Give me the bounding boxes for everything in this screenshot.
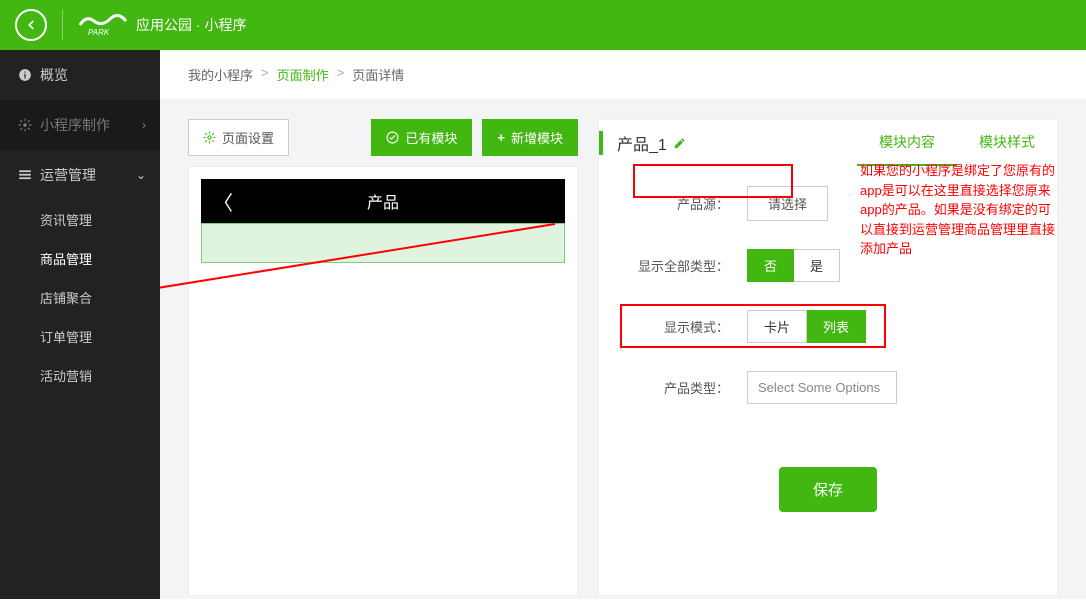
- save-row: 保存: [629, 467, 1027, 512]
- chevron-down-icon: ⌄: [136, 168, 146, 182]
- sidebar-item-orders[interactable]: 订单管理: [0, 317, 160, 356]
- toggle-list[interactable]: 列表: [807, 310, 866, 343]
- phone-title: 产品: [201, 189, 565, 213]
- mode-label: 显示模式：: [629, 317, 729, 336]
- brand-logo: PARK 应用公园 · 小程序: [78, 13, 246, 37]
- config-title-text: 产品_1: [617, 131, 667, 155]
- list-icon: [18, 168, 32, 182]
- row-type: 产品类型： Select Some Options: [629, 371, 1027, 404]
- sidebar-overview-label: 概览: [40, 65, 68, 85]
- page-setting-button[interactable]: 页面设置: [188, 119, 289, 156]
- sidebar-ops[interactable]: 运营管理 ⌄: [0, 150, 160, 200]
- sidebar: 概览 小程序制作 › 运营管理 ⌄ 资讯管理 商品管理 店铺聚合 订单管理 活动…: [0, 50, 160, 599]
- toggle-no[interactable]: 否: [747, 249, 794, 282]
- add-module-label: 新增模块: [511, 128, 563, 147]
- top-bar: PARK 应用公园 · 小程序: [0, 0, 1086, 50]
- phone-titlebar: 〈 产品: [201, 179, 565, 223]
- crumb-link[interactable]: 页面制作: [277, 65, 329, 84]
- preview-frame: 〈 产品: [188, 166, 578, 596]
- check-circle-icon: [386, 131, 399, 144]
- phone-module-block[interactable]: [201, 223, 565, 263]
- phone-back-icon[interactable]: 〈: [213, 187, 233, 216]
- sidebar-make[interactable]: 小程序制作 ›: [0, 100, 160, 150]
- brand-text: 应用公园 · 小程序: [136, 15, 246, 35]
- back-arrow-icon: [24, 18, 38, 32]
- topbar-divider: [62, 10, 63, 40]
- crumb-sep: >: [337, 65, 345, 84]
- has-module-label: 已有模块: [405, 128, 457, 147]
- svg-text:PARK: PARK: [88, 28, 110, 37]
- crumb-sep: >: [261, 65, 269, 84]
- source-label: 产品源：: [629, 194, 729, 213]
- config-tabs: 模块内容 模块样式: [857, 120, 1057, 166]
- sidebar-item-products[interactable]: 商品管理: [0, 239, 160, 278]
- sidebar-item-activities[interactable]: 活动营销: [0, 356, 160, 395]
- gear-icon: [18, 118, 32, 132]
- type-label: 产品类型：: [629, 378, 729, 397]
- plus-icon: +: [497, 130, 505, 145]
- show-all-toggle: 否 是: [747, 249, 840, 282]
- preview-column: 页面设置 已有模块 + 新增模块 〈 产品: [188, 119, 578, 596]
- has-module-button[interactable]: 已有模块: [371, 119, 472, 156]
- crumb-current: 页面详情: [352, 65, 404, 84]
- back-button[interactable]: [15, 9, 47, 41]
- sidebar-item-shops[interactable]: 店铺聚合: [0, 278, 160, 317]
- config-title: 产品_1: [599, 131, 687, 155]
- sidebar-make-label: 小程序制作: [40, 115, 110, 135]
- toolbar: 页面设置 已有模块 + 新增模块: [188, 119, 578, 156]
- config-header: 产品_1 模块内容 模块样式: [599, 120, 1057, 166]
- sidebar-item-news[interactable]: 资讯管理: [0, 200, 160, 239]
- breadcrumb: 我的小程序 > 页面制作 > 页面详情: [160, 50, 1086, 99]
- crumb-root[interactable]: 我的小程序: [188, 65, 253, 84]
- row-mode: 显示模式： 卡片 列表: [629, 310, 1027, 343]
- logo-icon: PARK: [78, 13, 128, 37]
- edit-icon[interactable]: [673, 136, 687, 150]
- sidebar-overview[interactable]: 概览: [0, 50, 160, 100]
- tab-style[interactable]: 模块样式: [957, 120, 1057, 166]
- info-icon: [18, 68, 32, 82]
- main: 我的小程序 > 页面制作 > 页面详情 页面设置 已有模块: [160, 50, 1086, 599]
- source-select[interactable]: 请选择: [747, 186, 828, 221]
- toggle-card[interactable]: 卡片: [747, 310, 807, 343]
- add-module-button[interactable]: + 新增模块: [482, 119, 578, 156]
- page-setting-label: 页面设置: [222, 128, 274, 147]
- annotation-text: 如果您的小程序是绑定了您原有的app是可以在这里直接选择您原来app的产品。如果…: [860, 161, 1060, 259]
- show-all-label: 显示全部类型：: [629, 256, 729, 275]
- mode-toggle: 卡片 列表: [747, 310, 866, 343]
- tab-content[interactable]: 模块内容: [857, 120, 957, 166]
- toggle-yes[interactable]: 是: [794, 249, 840, 282]
- save-button[interactable]: 保存: [779, 467, 877, 512]
- type-multiselect[interactable]: Select Some Options: [747, 371, 897, 404]
- chevron-right-icon: ›: [142, 118, 146, 132]
- gear-icon: [203, 131, 216, 144]
- sidebar-ops-label: 运营管理: [40, 165, 96, 185]
